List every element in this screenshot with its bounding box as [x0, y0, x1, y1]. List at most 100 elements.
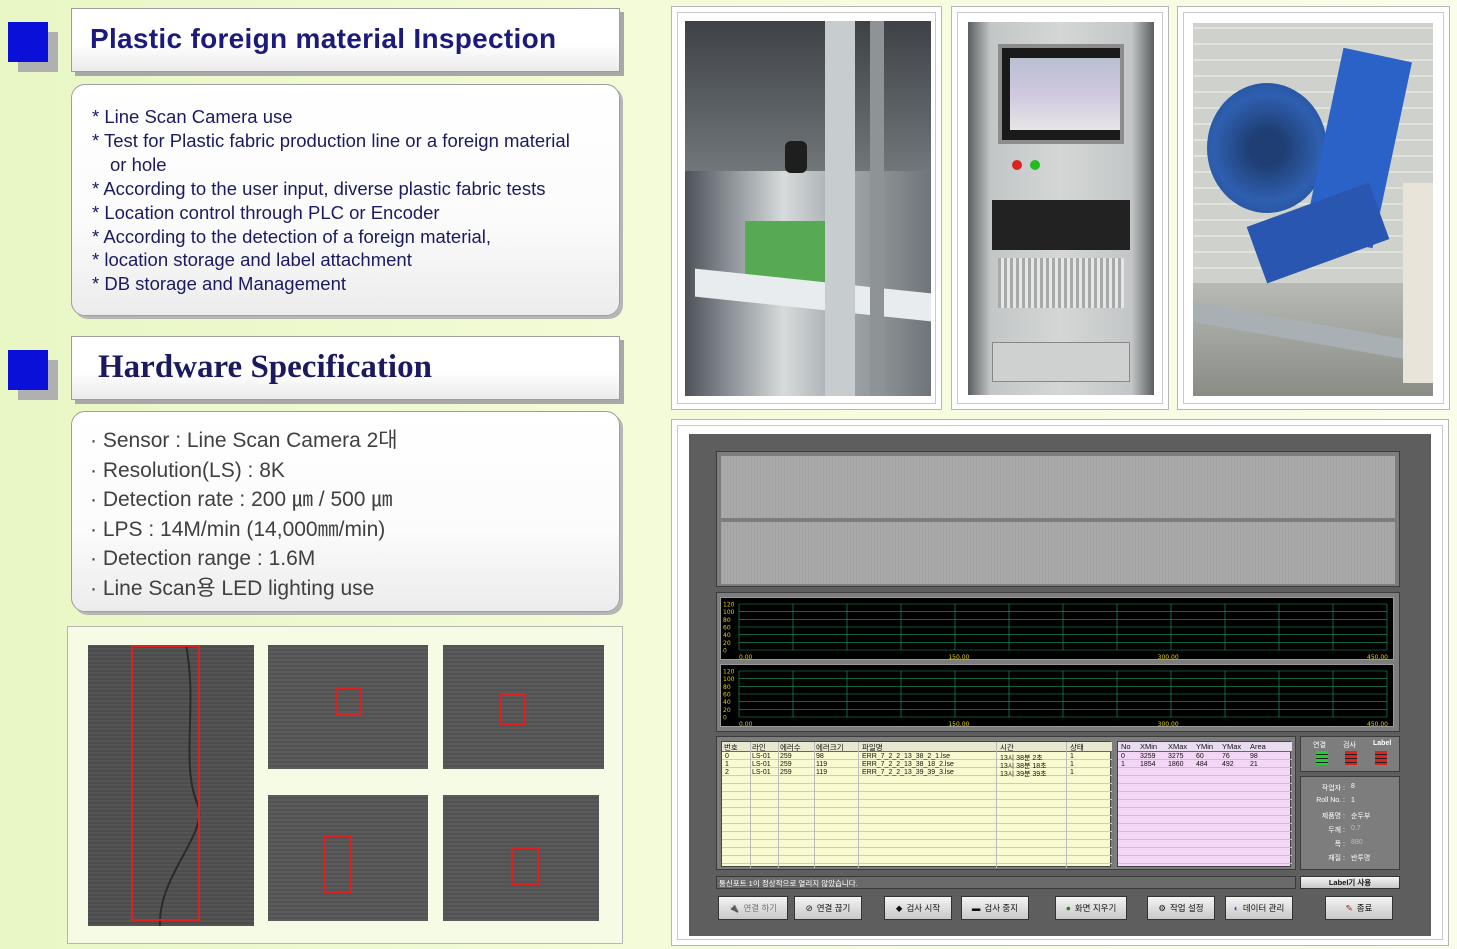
table-cell: 3275 [1168, 753, 1184, 760]
spec-item: · Sensor : Line Scan Camera 2대 [90, 429, 398, 452]
info-label: Roll No. : [1316, 797, 1345, 804]
y-tick-label: 80 [723, 684, 731, 691]
table-cell: 1 [1070, 769, 1074, 776]
defect-samples-frame [67, 626, 623, 944]
defect-marker [500, 693, 526, 725]
x-tick-label: 0.00 [739, 654, 753, 661]
defect-image-spot [443, 795, 599, 921]
info-row: 작업자 : 8 [1305, 783, 1397, 795]
table-cell: 259 [780, 769, 792, 776]
start-inspection-button[interactable]: ◆ 검사 시작 [884, 896, 952, 920]
button-label: 화면 지우기 [1074, 903, 1117, 913]
table-row[interactable]: 1 1854 1860 484 492 21 [1118, 761, 1292, 769]
info-row: 두께 : 0.7 [1305, 825, 1397, 837]
spec-item: · Resolution(LS) : 8K [90, 458, 285, 482]
connect-button[interactable]: 🔌 연결 하기 [718, 896, 788, 920]
spec-item: · Detection range : 1.6M [90, 547, 316, 570]
control-cabinet-photo [968, 22, 1154, 395]
gear-icon: ⚙ [1158, 902, 1166, 913]
clear-screen-button[interactable]: ● 화면 지우기 [1055, 896, 1127, 920]
table-row[interactable]: 0 3259 3275 60 76 98 [1118, 753, 1292, 761]
y-tick-label: 120 [723, 669, 735, 676]
table-cell: 1 [1070, 761, 1074, 768]
scan-image-panel [716, 451, 1400, 587]
cabinet-monitor [998, 44, 1124, 144]
table-cell: 492 [1222, 761, 1234, 768]
graph-svg: 120100806040200 0.00 150.00 300.00 450.00 [723, 602, 1388, 662]
stop-icon: ▬ [971, 903, 981, 913]
user-icon: ● [1065, 903, 1071, 913]
info-value: 890 [1351, 839, 1363, 846]
table-cell: 259 [780, 761, 792, 768]
scan-image-bottom [721, 522, 1395, 584]
info-label: 두께 : [1328, 827, 1345, 834]
table-cell: 0 [1121, 753, 1125, 760]
info-row: 폭 : 890 [1305, 839, 1397, 851]
exit-button[interactable]: ✎ 종료 [1325, 896, 1393, 920]
defect-coords-table[interactable]: No XMin XMax YMin YMax Area 0 3259 3275 60 7… [1117, 741, 1292, 868]
data-management-button[interactable]: ◐ 데이터 관리 [1225, 896, 1293, 920]
inspection-led [1345, 751, 1357, 765]
button-label: 연결 하기 [743, 903, 778, 913]
section-header-inspection: Plastic foreign material Inspection [71, 8, 620, 72]
table-cell: LS-01 [752, 761, 771, 768]
table-grid [1118, 752, 1292, 868]
defect-marker [324, 835, 352, 893]
x-tick-label: 150.00 [948, 654, 969, 661]
defect-image-spot [443, 645, 604, 769]
photo-frame [951, 6, 1169, 410]
col-header: YMax [1222, 742, 1242, 751]
labeler-photo [1193, 23, 1433, 396]
table-cell: 3259 [1140, 753, 1156, 760]
label-led [1375, 751, 1387, 765]
job-info-panel: 작업자 : 8 Roll No. : 1 제품명 : 순두부두께 : 0.7 폭 : 890 재질… [1300, 776, 1400, 870]
status-message: 통신포트 1이 정상적으로 열리지 않았습니다. [719, 879, 858, 888]
stop-inspection-button[interactable]: ▬ 검사 중지 [961, 896, 1029, 920]
error-log-table[interactable]: 번호 라인 에러수 에러크기 파일명 시간 상태 0 LS-01 259 98 ERR_… [721, 741, 1112, 868]
table-cell: LS-01 [752, 753, 771, 760]
y-tick-label: 80 [723, 617, 731, 624]
table-cell: ERR_7_2_2_13_38_2_1.lse [862, 753, 950, 760]
table-cell: 60 [1196, 753, 1204, 760]
x-tick-label: 450.00 [1367, 721, 1388, 728]
job-settings-button[interactable]: ⚙ 작업 설정 [1147, 896, 1215, 920]
label-machine-button[interactable]: Label기 사용 [1300, 876, 1400, 889]
info-row: Roll No. : 1 [1305, 797, 1397, 809]
table-cell: 119 [816, 769, 828, 776]
specs-box: · Sensor : Line Scan Camera 2대 · Resolut… [71, 411, 620, 612]
y-tick-label: 0 [723, 715, 727, 722]
info-value: 순두부 [1351, 813, 1371, 820]
feature-item: * According to the detection of a foreig… [92, 225, 492, 247]
info-row: 재질 : 반투명 [1305, 853, 1397, 865]
info-label: 제품명 : [1321, 813, 1345, 820]
status-label: 연결 [1313, 742, 1326, 749]
button-label: 연결 끊기 [816, 903, 851, 913]
y-tick-label: 100 [723, 609, 735, 616]
defect-image-spot [268, 795, 428, 921]
table-cell: 484 [1196, 761, 1208, 768]
info-value: 반투명 [1351, 855, 1371, 862]
table-row[interactable]: 1 LS-01 259 119 ERR_7_2_2_13_38_18_2.lse 13시 … [722, 761, 1112, 770]
feature-item: * Test for Plastic fabric production lin… [92, 129, 570, 151]
table-cell: ERR_7_2_2_13_38_18_2.lse [862, 761, 954, 768]
col-header: YMin [1196, 742, 1214, 751]
disconnect-button[interactable]: ⊘ 연결 끊기 [794, 896, 862, 920]
connection-led [1316, 751, 1328, 765]
table-row[interactable]: 2 LS-01 259 119 ERR_7_2_2_13_39_39_3.lse 13시 … [722, 769, 1112, 778]
table-cell: 0 [725, 753, 729, 760]
feature-item: * location storage and label attachment [92, 249, 412, 271]
col-header: XMin [1140, 742, 1158, 751]
table-cell: 1 [1070, 753, 1074, 760]
y-tick-label: 40 [723, 699, 731, 706]
spec-item: · Detection rate : 200 ㎛ / 500 ㎛ [90, 488, 393, 511]
status-label: 검사 [1343, 742, 1356, 749]
profile-graph-1: 120 100 80 60 40 20 0 0.00 150.00 300.00 450.00 [720, 597, 1394, 662]
table-row[interactable]: 0 LS-01 259 98 ERR_7_2_2_13_38_2_1.lse 13시 38… [722, 753, 1112, 762]
specs-list: · Sensor : Line Scan Camera 2대 · Resolut… [90, 426, 398, 603]
y-tick-label: 0 [723, 648, 727, 655]
section-title: Hardware Specification [98, 349, 432, 385]
scan-image-top [721, 456, 1395, 518]
defect-image-line [88, 645, 254, 926]
features-box: * Line Scan Camera use * Test for Plasti… [71, 84, 620, 316]
y-tick-label: 60 [723, 625, 731, 632]
